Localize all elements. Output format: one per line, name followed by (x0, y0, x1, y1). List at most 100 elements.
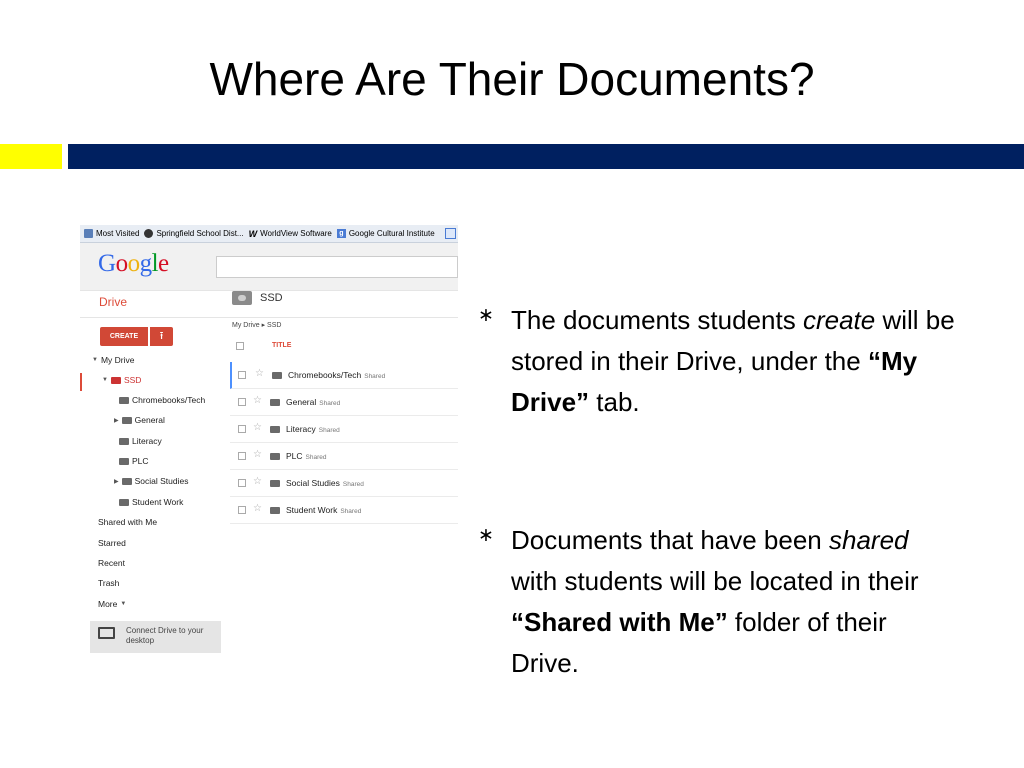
google-logo-letter: g (139, 250, 153, 277)
file-name: Social Studies (286, 478, 340, 488)
row-checkbox[interactable] (238, 479, 246, 487)
nav-item-folder[interactable]: PLC (119, 456, 149, 466)
star-icon[interactable]: ☆ (253, 504, 262, 514)
nav-item-folder[interactable]: Literacy (119, 436, 162, 446)
google-logo-letter: e (158, 250, 169, 277)
drive-label[interactable]: Drive (99, 295, 127, 309)
file-name: General (286, 397, 317, 407)
chevron-down-icon: ▼ (120, 601, 127, 607)
desktop-icon (98, 627, 115, 639)
nav-label: Shared with Me (98, 517, 158, 527)
file-row[interactable]: ☆ General Shared (230, 389, 458, 416)
upload-button[interactable]: ⭱ (150, 327, 173, 346)
shared-folder-icon (270, 480, 280, 487)
bullet-symbol: ∗ (478, 305, 494, 326)
star-icon[interactable]: ☆ (253, 450, 262, 460)
google-logo[interactable]: Google (98, 250, 169, 278)
file-row[interactable]: ☆ PLC Shared (230, 443, 458, 470)
shared-tag: Shared (318, 427, 340, 434)
row-checkbox[interactable] (238, 506, 246, 514)
shared-folder-icon (121, 416, 132, 424)
bookmark-label: WorldView Software (260, 229, 332, 238)
shared-folder-icon (232, 291, 252, 305)
row-checkbox[interactable] (238, 371, 246, 379)
bullet-text-part: with students will be located in their (511, 566, 919, 596)
chevron-down-icon[interactable]: ▼ (92, 357, 98, 363)
bookmark-label: Springfield School Dist... (156, 229, 244, 238)
row-checkbox[interactable] (238, 425, 246, 433)
nav-label: My Drive (100, 355, 135, 365)
row-checkbox[interactable] (238, 452, 246, 460)
bullet-text-part: Documents that have been (511, 525, 829, 555)
file-row[interactable]: ☆ Student Work Shared (230, 497, 458, 524)
google-icon: g (336, 229, 346, 238)
shared-folder-icon (270, 426, 280, 433)
nav-item-folder[interactable]: Student Work (119, 497, 183, 507)
title-column-header[interactable]: TITLE (272, 342, 291, 349)
bullet-text: Documents that have been shared with stu… (511, 520, 961, 684)
nav-item-folder[interactable]: ▶ General (114, 415, 165, 425)
google-logo-letter: G (98, 250, 116, 277)
chevron-right-icon[interactable]: ▶ (114, 417, 119, 424)
shared-folder-icon (270, 399, 280, 406)
shared-folder-icon (119, 498, 129, 506)
bookmark-folder-icon (84, 229, 93, 238)
breadcrumb-current: SSD (267, 322, 282, 329)
chevron-right-icon[interactable]: ▶ (114, 478, 119, 485)
nav-label: Starred (98, 538, 126, 548)
bookmark-worldview[interactable]: W WorldView Software (248, 229, 332, 239)
chevron-down-icon[interactable]: ▼ (102, 377, 108, 383)
bullet-text-strong: “Shared with Me” (511, 607, 728, 637)
google-header: Google (80, 243, 458, 291)
file-name: Student Work (286, 505, 338, 515)
shared-folder-icon (110, 376, 121, 384)
nav-label: General (134, 415, 165, 425)
nav-item-shared-with-me[interactable]: Shared with Me (98, 517, 157, 527)
file-row[interactable]: ☆ Social Studies Shared (230, 470, 458, 497)
nav-item-ssd[interactable]: ▼ SSD (102, 375, 141, 385)
bookmarks-bar: Most Visited Springfield School Dist... … (80, 225, 458, 243)
bookmark-most-visited[interactable]: Most Visited (84, 229, 139, 238)
shared-folder-icon (119, 396, 129, 404)
shared-tag: Shared (364, 373, 386, 380)
search-input[interactable] (216, 256, 458, 278)
nav-label: Recent (98, 558, 125, 568)
nav-item-starred[interactable]: Starred (98, 538, 126, 548)
create-button[interactable]: CREATE (100, 327, 148, 346)
nav-label: Student Work (132, 497, 184, 507)
shared-folder-icon (119, 437, 129, 445)
star-icon[interactable]: ☆ (253, 423, 262, 433)
nav-item-more[interactable]: More ▼ (98, 599, 126, 609)
star-icon[interactable]: ☆ (253, 477, 262, 487)
accent-bar-navy (68, 144, 1024, 169)
worldview-icon: W (248, 229, 258, 239)
bullet-symbol: ∗ (478, 525, 494, 546)
breadcrumb-root[interactable]: My Drive (232, 322, 260, 329)
star-icon[interactable]: ☆ (255, 369, 264, 379)
nav-item-recent[interactable]: Recent (98, 558, 125, 568)
slide-title: Where Are Their Documents? (209, 53, 815, 105)
row-checkbox[interactable] (238, 398, 246, 406)
file-name: PLC (286, 451, 303, 461)
bookmark-overflow-icon[interactable] (445, 228, 456, 239)
shared-folder-icon (272, 372, 282, 379)
connect-drive-promo[interactable]: Connect Drive to your desktop (90, 621, 221, 653)
nav-item-my-drive[interactable]: ▼ My Drive (92, 355, 134, 365)
bullet-text-emphasis: shared (828, 525, 909, 555)
select-all-checkbox[interactable] (236, 342, 244, 350)
nav-item-folder[interactable]: ▶ Social Studies (114, 476, 189, 486)
file-name: Chromebooks/Tech (288, 370, 362, 380)
nav-label: Trash (98, 578, 120, 588)
shared-tag: Shared (305, 454, 327, 461)
file-row[interactable]: ☆ Literacy Shared (230, 416, 458, 443)
nav-label: Social Studies (134, 476, 189, 486)
file-row[interactable]: ☆ Chromebooks/Tech Shared (230, 362, 458, 389)
bookmark-springfield[interactable]: Springfield School Dist... (144, 229, 244, 238)
nav-item-trash[interactable]: Trash (98, 578, 119, 588)
bullet-text-part: The documents students (511, 305, 803, 335)
star-icon[interactable]: ☆ (253, 396, 262, 406)
shared-folder-icon (270, 453, 280, 460)
nav-item-folder[interactable]: Chromebooks/Tech (119, 395, 205, 405)
nav-label: SSD (123, 375, 142, 385)
bookmark-google-cultural[interactable]: g Google Cultural Institute (336, 229, 435, 238)
